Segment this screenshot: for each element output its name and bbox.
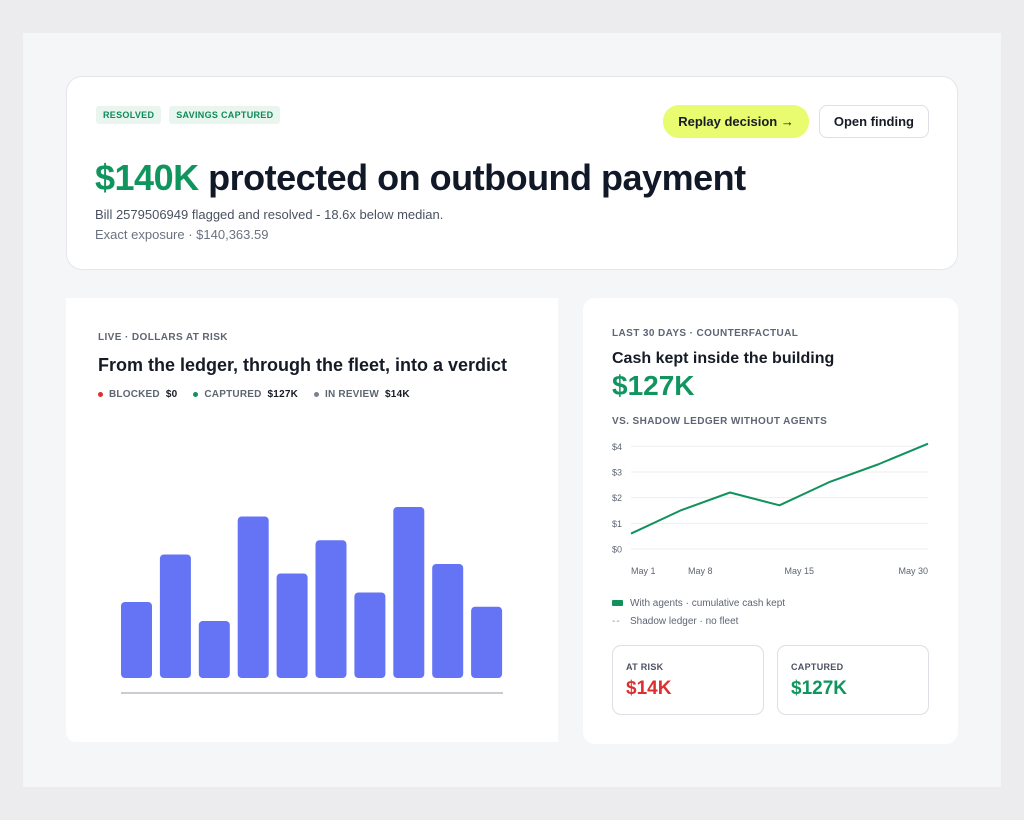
legend-item-with-agents: With agents · cumulative cash kept [612, 594, 785, 612]
page-title: $140K protected on outbound payment [95, 157, 746, 199]
window-frame: RESOLVED SAVINGS CAPTURED Replay decisio… [0, 0, 1024, 820]
bar-mark [393, 507, 425, 678]
y-tick-label: $0 [612, 545, 622, 555]
stat-value: $127K [791, 678, 847, 699]
series-line-with-agents [630, 442, 929, 535]
exact-exposure: Exact exposure · $140,363.59 [95, 227, 269, 242]
y-tick-label: $1 [612, 519, 622, 529]
solid-line-swatch-icon [612, 600, 623, 606]
legend-item-shadow-ledger: -- Shadow ledger · no fleet [612, 612, 785, 630]
captured-stat-card: CAPTURED $127K [777, 645, 929, 715]
at-risk-stat-card: AT RISK $14K [612, 645, 764, 715]
hero-actions: Replay decision → Open finding [663, 105, 929, 138]
replay-decision-button[interactable]: Replay decision → [663, 105, 809, 138]
stat-label: CAPTURED [791, 662, 844, 672]
x-tick-label: May 30 [898, 566, 928, 576]
y-tick-label: $2 [612, 493, 622, 503]
bar-mark [159, 554, 191, 678]
protected-amount: $140K [95, 157, 199, 198]
open-finding-button[interactable]: Open finding [818, 105, 929, 138]
finding-summary-card: RESOLVED SAVINGS CAPTURED Replay decisio… [66, 76, 958, 270]
bar-mark [315, 540, 347, 678]
bar-mark [354, 592, 386, 678]
x-tick-label: May 1 [631, 566, 656, 576]
status-badge-savings: SAVINGS CAPTURED [169, 106, 281, 124]
bar-mark [198, 621, 230, 678]
stat-value: $14K [626, 678, 672, 699]
stat-label: AT RISK [626, 662, 664, 672]
line-chart-legend: With agents · cumulative cash kept -- Sh… [612, 594, 785, 630]
dashed-line-swatch-icon: -- [612, 615, 621, 627]
dollars-at-risk-panel: LIVE · DOLLARS AT RISK From the ledger, … [66, 298, 558, 742]
finding-description: Bill 2579506949 flagged and resolved - 1… [95, 207, 444, 222]
status-badges: RESOLVED SAVINGS CAPTURED [96, 106, 281, 124]
legend-label: Shadow ledger · no fleet [630, 615, 739, 627]
bar-mark [237, 516, 269, 678]
x-tick-label: May 15 [785, 566, 815, 576]
status-badge-resolved: RESOLVED [96, 106, 162, 124]
y-tick-label: $4 [612, 442, 622, 452]
bar-mark [432, 564, 464, 678]
bar-mark [471, 606, 503, 678]
bar-mark [121, 602, 152, 678]
dollars-bar-chart [121, 507, 503, 694]
legend-label: With agents · cumulative cash kept [630, 597, 786, 609]
y-tick-label: $3 [612, 467, 622, 477]
x-tick-label: May 8 [688, 566, 713, 576]
page-title-text: protected on outbound payment [208, 157, 746, 198]
counterfactual-panel: LAST 30 DAYS · COUNTERFACTUAL Cash kept … [583, 298, 958, 744]
bar-mark [276, 573, 308, 678]
